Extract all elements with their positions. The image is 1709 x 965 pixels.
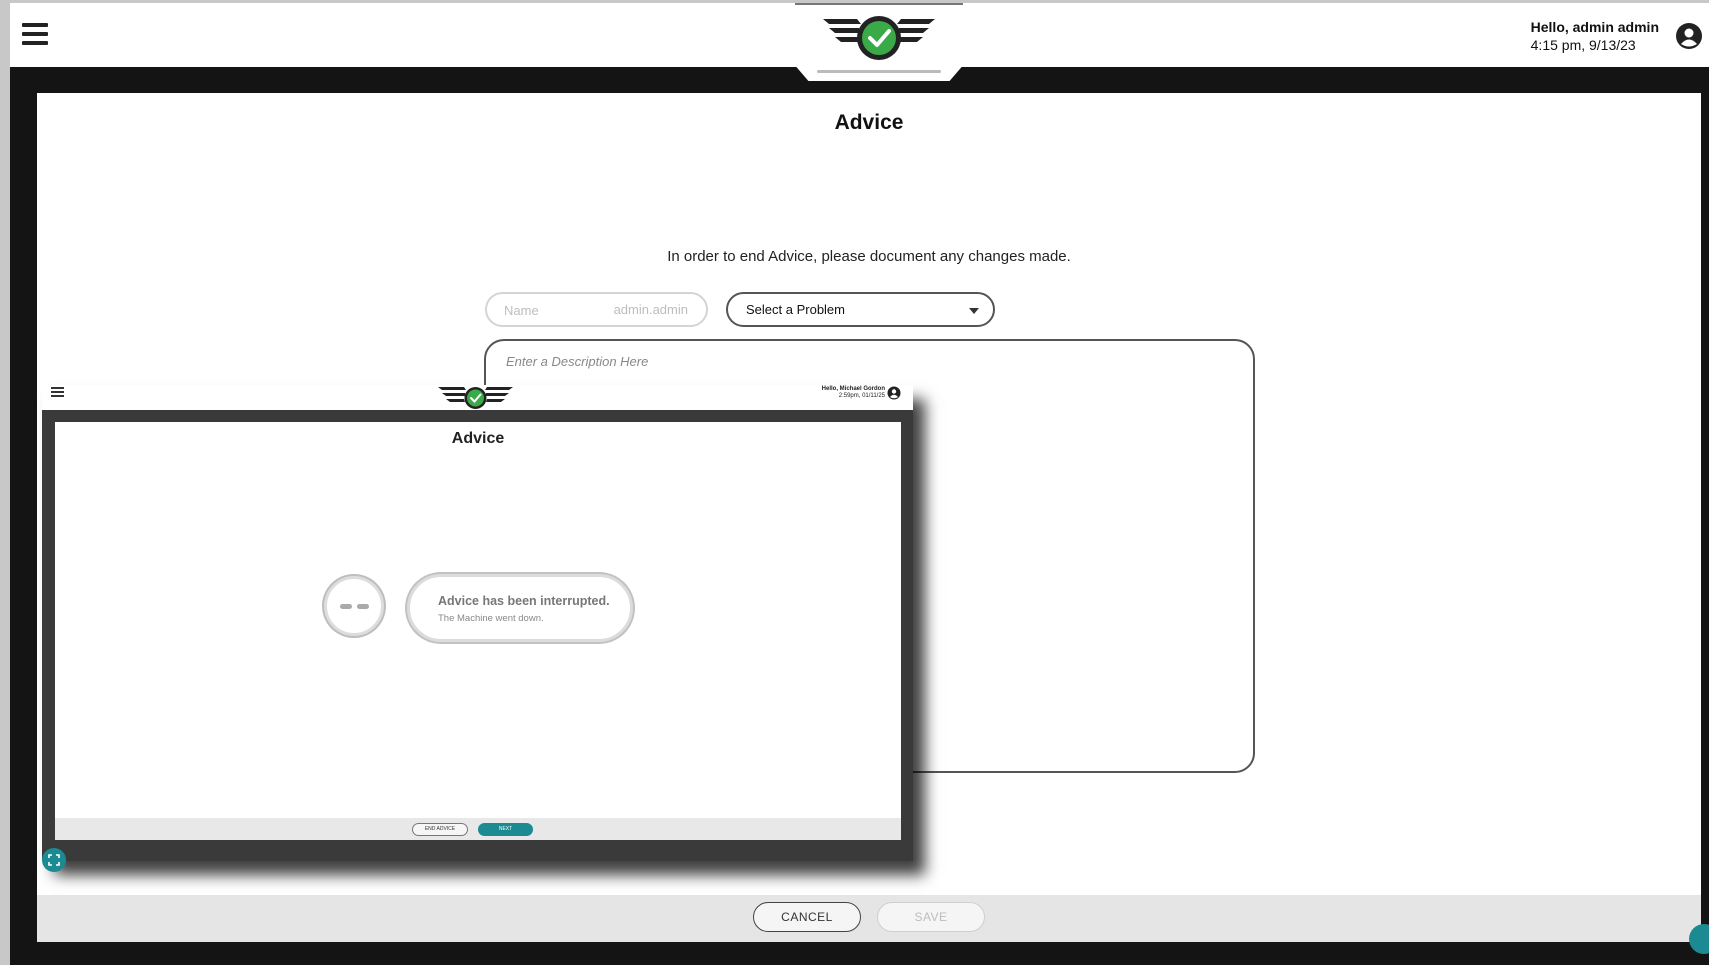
description-placeholder: Enter a Description Here: [506, 354, 649, 369]
datetime-text: 4:15 pm, 9/13/23: [1530, 37, 1636, 53]
interruption-body: The Machine went down.: [438, 613, 544, 624]
expand-icon[interactable]: [42, 848, 66, 872]
problem-select-value: Select a Problem: [746, 302, 845, 317]
logo: [795, 3, 963, 81]
cancel-button[interactable]: CANCEL: [753, 902, 861, 932]
embedded-datetime-text: 2:59pm, 01/11/25: [838, 393, 885, 399]
robot-face-icon: [324, 576, 384, 636]
problem-select[interactable]: Select a Problem: [726, 292, 995, 327]
embedded-footer-bar: END ADVICE NEXT: [55, 818, 901, 840]
next-button[interactable]: NEXT: [478, 823, 533, 836]
embedded-page-title: Advice: [451, 430, 505, 447]
interruption-message: Advice has been interrupted. The Machine…: [407, 574, 633, 642]
embedded-top-bar: Hello, Michael Gordon 2:59pm, 01/11/25: [42, 385, 913, 415]
embedded-user-account-icon[interactable]: [887, 386, 901, 400]
menu-icon[interactable]: [22, 23, 48, 45]
user-greeting: Hello, admin admin 4:15 pm, 9/13/23: [1531, 19, 1659, 53]
embedded-main-panel: Advice Advice has been interrupted. The …: [55, 422, 901, 840]
interruption-title: Advice has been interrupted.: [438, 594, 610, 608]
name-field-value: admin.admin: [613, 302, 688, 317]
name-field[interactable]: Name admin.admin: [485, 292, 708, 327]
page-title: Advice: [834, 111, 904, 134]
logo-wings-icon: [823, 16, 935, 60]
expand-corner-button[interactable]: [1689, 924, 1709, 954]
embedded-menu-icon[interactable]: [51, 387, 64, 399]
top-bar: Hello, admin admin 4:15 pm, 9/13/23: [10, 3, 1709, 81]
greeting-text: Hello, admin admin: [1530, 19, 1659, 35]
embedded-screenshot: Hello, Michael Gordon 2:59pm, 01/11/25 A…: [42, 385, 913, 872]
instruction-text: In order to end Advice, please document …: [667, 248, 1071, 265]
embedded-greeting-text: Hello, Michael Gordon: [821, 386, 885, 392]
name-field-placeholder: Name: [504, 303, 539, 318]
end-advice-button[interactable]: END ADVICE: [412, 823, 468, 836]
footer-bar: CANCEL SAVE: [37, 895, 1701, 942]
save-button[interactable]: SAVE: [877, 902, 985, 932]
user-account-icon[interactable]: [1675, 22, 1703, 50]
embedded-user-greeting: Hello, Michael Gordon 2:59pm, 01/11/25: [822, 386, 885, 400]
caret-down-icon: [969, 308, 979, 314]
